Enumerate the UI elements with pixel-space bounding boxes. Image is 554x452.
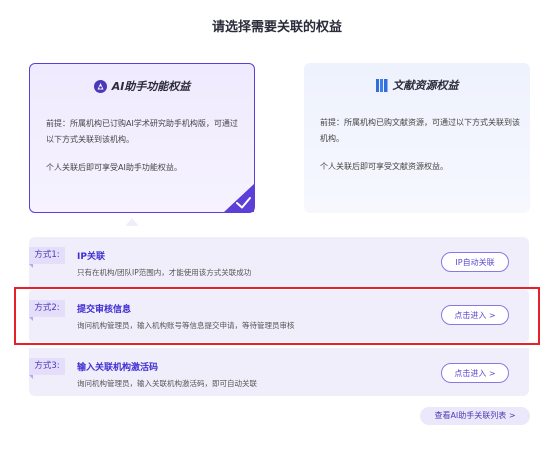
highlight-box xyxy=(14,287,540,345)
mode-desc: 询问机构管理员，输入关联机构激活码，即可自动关联 xyxy=(77,379,257,388)
mode-title: 输入关联机构激活码 xyxy=(77,363,159,373)
lit-card-benefit: 个人关联后即可享受文献资源权益。 xyxy=(320,162,448,171)
page-title: 请选择需要关联的权益 xyxy=(211,20,342,35)
selected-check-icon xyxy=(224,184,254,212)
mode-title: IP关联 xyxy=(77,252,105,262)
ai-card-header: AI助手功能权益 xyxy=(30,78,254,96)
mode-desc: 只有在机构/团队IP范围内，才能使用该方式关联成功 xyxy=(77,268,252,277)
ai-assistant-icon xyxy=(93,80,107,96)
mode-row-activation-code: 方式3: 输入关联机构激活码 询问机构管理员，输入关联机构激活码，即可自动关联 … xyxy=(29,348,529,396)
view-ai-association-list-link[interactable]: 查看AI助手关联列表 > xyxy=(420,407,530,425)
ai-card-premise: 前提：所属机构已订购AI学术研究助手机构版，可通过以下方式关联到该机构。 xyxy=(46,119,238,144)
book-icon xyxy=(375,79,388,95)
ai-benefit-card[interactable]: AI助手功能权益 前提：所属机构已订购AI学术研究助手机构版，可通过以下方式关联… xyxy=(29,63,255,213)
literature-benefit-card[interactable]: 文献资源权益 前提：所属机构已购文献资源，可通过以下方式关联到该机构。 个人关联… xyxy=(304,63,530,213)
ip-auto-link-button[interactable]: IP自动关联 xyxy=(441,252,509,272)
mode-tag: 方式3: xyxy=(29,358,65,379)
ai-card-title: AI助手功能权益 xyxy=(111,80,191,93)
activation-code-enter-button[interactable]: 点击进入 > xyxy=(441,363,509,383)
ai-card-benefit: 个人关联后即可享受AI助手功能权益。 xyxy=(46,163,182,172)
card-pointer xyxy=(125,218,139,226)
lit-card-premise: 前提：所属机构已购文献资源，可通过以下方式关联到该机构。 xyxy=(320,118,520,143)
lit-card-header: 文献资源权益 xyxy=(304,77,530,95)
mode-row-ip: 方式1: IP关联 只有在机构/团队IP范围内，才能使用该方式关联成功 IP自动… xyxy=(29,237,529,287)
mode-tag: 方式1: xyxy=(29,247,65,268)
lit-card-title: 文献资源权益 xyxy=(392,79,459,92)
